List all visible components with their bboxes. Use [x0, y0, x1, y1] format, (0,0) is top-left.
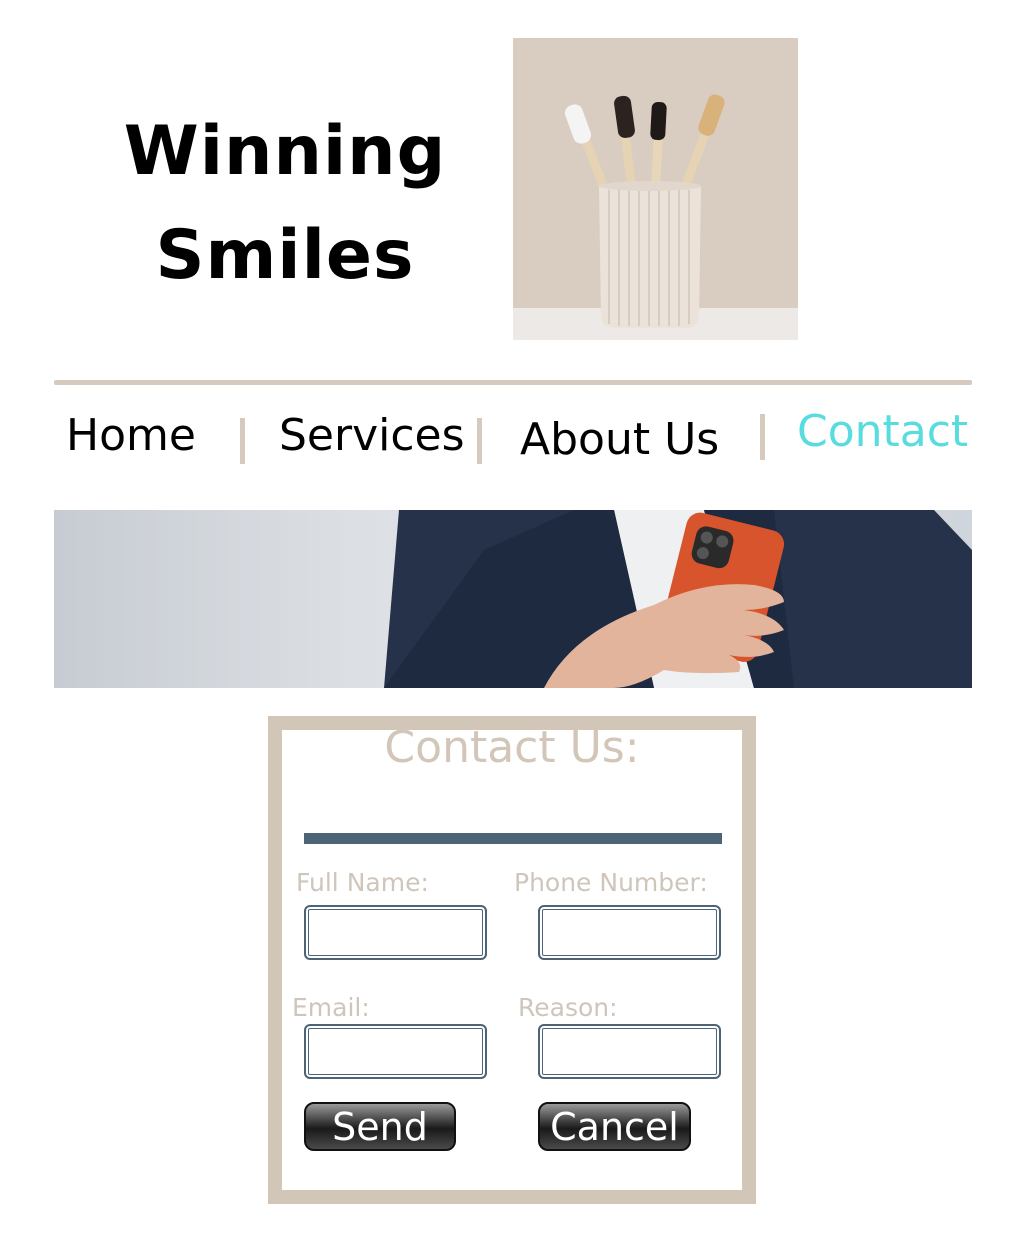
full-name-input[interactable]	[304, 905, 487, 960]
nav-home[interactable]: Home	[66, 410, 196, 461]
nav-separator	[760, 414, 765, 460]
nav-about-us[interactable]: About Us	[520, 414, 719, 465]
email-input[interactable]	[304, 1024, 487, 1079]
site-title-line2: Smiles	[155, 216, 415, 295]
phone-number-input[interactable]	[538, 905, 721, 960]
send-button[interactable]: Send	[304, 1102, 456, 1151]
nav-separator	[240, 418, 245, 464]
reason-label: Reason:	[518, 993, 618, 1022]
nav-contact[interactable]: Contact	[797, 406, 968, 457]
email-label: Email:	[292, 993, 370, 1022]
cancel-button[interactable]: Cancel	[538, 1102, 691, 1151]
full-name-label: Full Name:	[296, 868, 429, 897]
site-title: Winning Smiles	[110, 100, 460, 308]
header-divider	[54, 380, 972, 385]
reason-input[interactable]	[538, 1024, 721, 1079]
form-title-underline	[304, 833, 722, 844]
contact-form-title: Contact Us:	[384, 722, 640, 773]
nav-services[interactable]: Services	[279, 410, 465, 461]
banner-photo	[54, 510, 972, 688]
nav-separator	[477, 418, 482, 464]
site-title-line1: Winning	[123, 112, 447, 191]
toothbrush-photo	[513, 38, 798, 340]
phone-number-label: Phone Number:	[514, 868, 708, 897]
